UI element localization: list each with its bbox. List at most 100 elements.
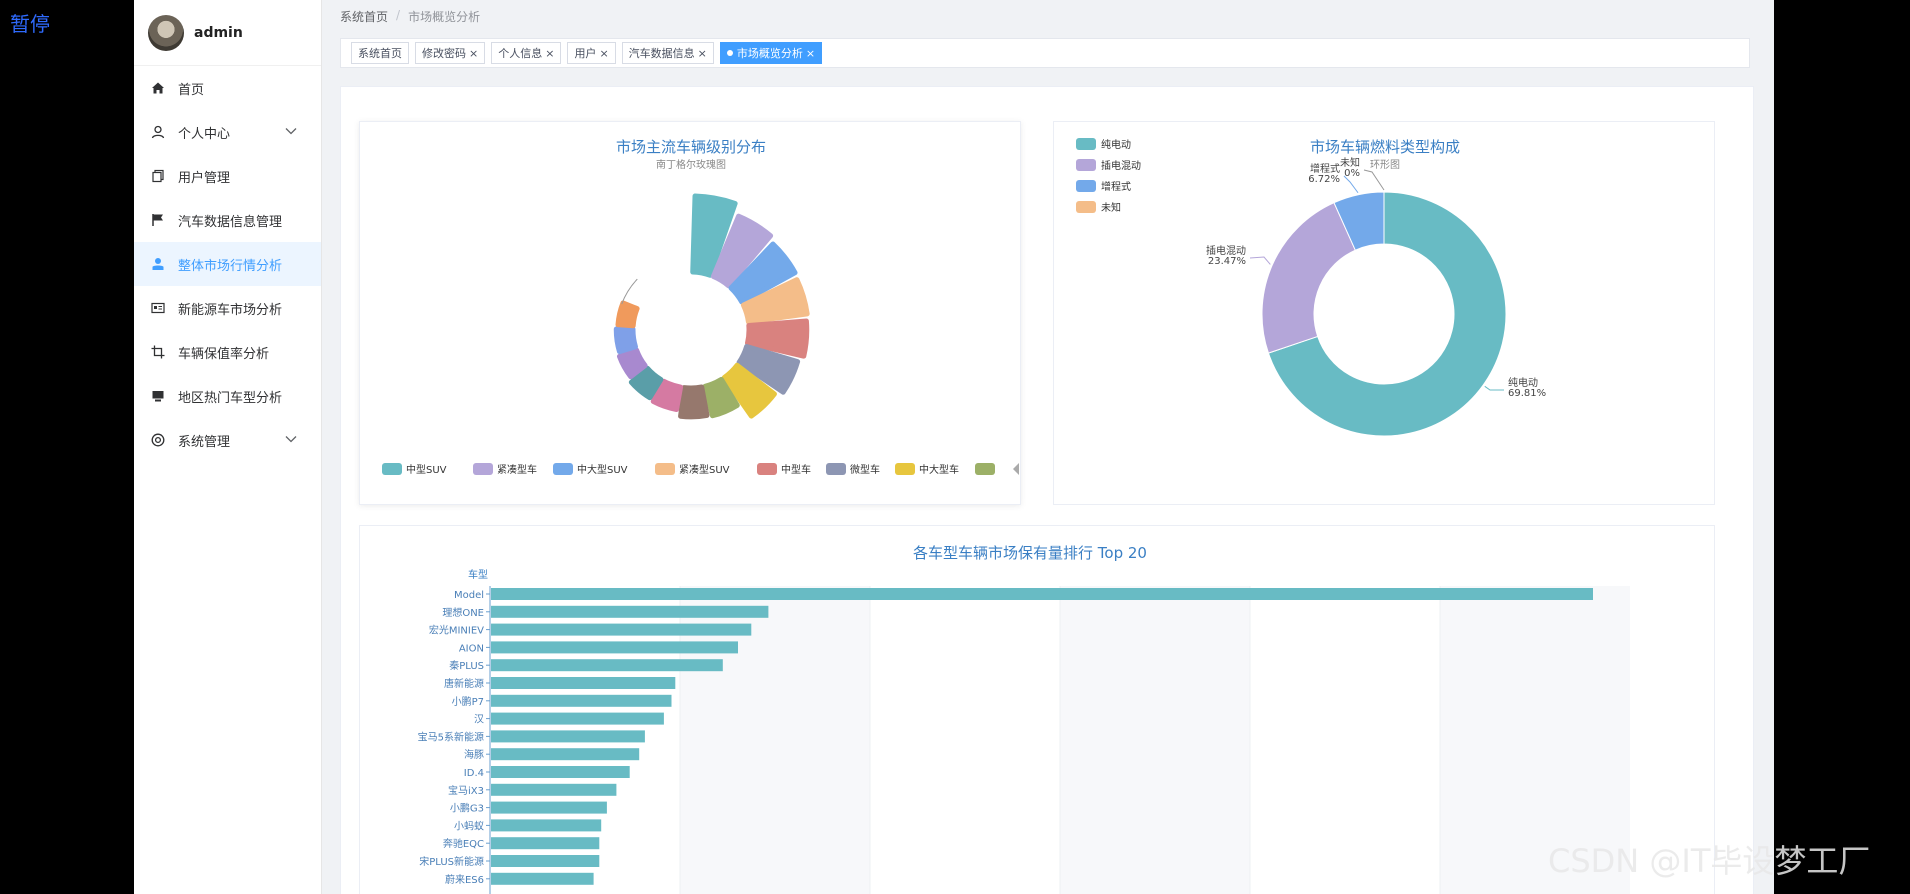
y-axis-label: 车型 <box>468 568 488 581</box>
user-box[interactable]: admin <box>134 0 321 66</box>
tab-5[interactable]: 市场概览分析 × <box>719 42 823 64</box>
flag-icon <box>150 212 166 228</box>
bar[interactable] <box>491 748 640 761</box>
avatar[interactable] <box>148 14 184 51</box>
breadcrumb: 系统首页 / 市场概览分析 <box>340 8 480 25</box>
legend-swatch[interactable] <box>757 463 777 475</box>
legend-label[interactable]: 中型车 <box>781 463 811 476</box>
legend-label[interactable]: 中大型车 <box>919 463 959 476</box>
label-leader-line <box>621 278 638 305</box>
bar[interactable] <box>491 605 769 618</box>
legend-swatch[interactable] <box>975 463 995 475</box>
crop-icon <box>150 344 166 360</box>
bar[interactable] <box>491 801 607 814</box>
tab-label: 系统首页 <box>358 47 402 60</box>
bar[interactable] <box>491 712 664 725</box>
category-label: 理想ONE <box>442 606 484 619</box>
label-leader-line <box>1249 256 1271 265</box>
close-icon[interactable]: × <box>599 47 608 60</box>
close-icon[interactable]: × <box>806 47 815 60</box>
legend-label[interactable]: 插电混动 <box>1101 159 1141 172</box>
tags-view-bar: 系统首页 修改密码 × 个人信息 × 用户 × 汽车数据信息 × 市场概览分析 × <box>340 38 1750 68</box>
legend-swatch[interactable] <box>826 463 846 475</box>
chevron-down-icon <box>285 125 297 140</box>
category-label: 小鹏G3 <box>450 802 484 815</box>
legend-swatch[interactable] <box>1076 180 1096 192</box>
bar[interactable] <box>491 677 676 689</box>
category-label: 汉 <box>474 714 484 726</box>
tab-2[interactable]: 个人信息 × <box>491 42 562 64</box>
legend-swatch[interactable] <box>655 463 675 475</box>
tab-3[interactable]: 用户 × <box>567 42 616 64</box>
close-icon[interactable]: × <box>469 47 478 60</box>
legend-swatch[interactable] <box>1076 159 1096 171</box>
bar[interactable] <box>491 783 617 796</box>
rose-petal[interactable] <box>613 326 638 355</box>
legend-label[interactable]: 中大型SUV <box>577 463 628 476</box>
sidebar-item-3[interactable]: 汽车数据信息管理 <box>134 198 321 242</box>
bar[interactable] <box>491 855 600 867</box>
slice-percent-label: 6.72% <box>1308 174 1340 185</box>
sidebar-item-7[interactable]: 地区热门车型分析 <box>134 374 321 418</box>
sidebar-item-0[interactable]: 首页 <box>134 66 321 110</box>
sidebar-item-4[interactable]: 整体市场行情分析 <box>134 242 321 286</box>
bar[interactable] <box>491 623 752 636</box>
legend-swatch[interactable] <box>553 463 573 475</box>
category-label: 海豚 <box>464 748 484 761</box>
paused-overlay-text: 暂停 <box>10 12 50 36</box>
legend-label[interactable]: 紧凑型SUV <box>679 463 730 476</box>
category-label: 宝马iX3 <box>448 784 484 797</box>
tab-0[interactable]: 系统首页 <box>351 42 409 64</box>
sidebar-item-8[interactable]: 系统管理 <box>134 418 321 462</box>
close-icon[interactable]: × <box>545 47 554 60</box>
tab-label: 汽车数据信息 <box>628 47 695 60</box>
legend-label[interactable]: 纯电动 <box>1101 138 1131 151</box>
tab-1[interactable]: 修改密码 × <box>415 42 486 64</box>
legend-prev-icon[interactable] <box>1013 463 1019 475</box>
label-leader-line <box>1363 169 1385 191</box>
category-label: ID.4 <box>464 768 484 779</box>
breadcrumb-separator: / <box>396 8 401 22</box>
slice-percent-label: 69.81% <box>1508 388 1546 399</box>
legend-swatch[interactable] <box>1076 138 1096 150</box>
sidebar-item-2[interactable]: 用户管理 <box>134 154 321 198</box>
sidebar-item-5[interactable]: 新能源车市场分析 <box>134 286 321 330</box>
bar[interactable] <box>491 641 738 654</box>
id-card-icon <box>150 300 166 316</box>
bar[interactable] <box>491 659 723 672</box>
sidebar-item-label: 车辆保值率分析 <box>178 346 270 362</box>
watermark: CSDN @IT毕设梦工厂 <box>1548 842 1870 880</box>
sidebar-menu: 首页 个人中心 用户管理 汽车数据信息管理整体市场行情分析新能源车市场分析车辆保值率分… <box>134 66 321 462</box>
category-label: 小蚂蚁 <box>454 819 484 832</box>
legend-label[interactable]: 微型车 <box>850 463 880 476</box>
legend-swatch[interactable] <box>473 463 493 475</box>
screen: 暂停 admin 首页 个人中心 用户管理 汽车数据信息管理整体市场行情分析新能源车市… <box>0 0 1910 894</box>
legend-label[interactable]: 增程式 <box>1101 180 1131 193</box>
legend-label[interactable]: 未知 <box>1101 201 1121 214</box>
bar[interactable] <box>491 766 630 778</box>
sidebar-item-label: 整体市场行情分析 <box>178 258 283 274</box>
tab-4[interactable]: 汽车数据信息 × <box>621 42 714 64</box>
category-label: AION <box>459 643 484 654</box>
legend-swatch[interactable] <box>1076 201 1096 213</box>
home-icon <box>150 80 166 96</box>
bar[interactable] <box>491 588 1593 600</box>
rose-petal[interactable] <box>678 384 710 420</box>
legend-swatch[interactable] <box>382 463 402 475</box>
bar[interactable] <box>491 819 602 832</box>
legend-swatch[interactable] <box>895 463 915 475</box>
slice-percent-label: 23.47% <box>1208 256 1246 267</box>
legend-label[interactable]: 中型SUV <box>406 463 447 476</box>
donut-slice[interactable] <box>1261 202 1356 354</box>
legend-label[interactable]: 紧凑型车 <box>497 463 537 476</box>
sidebar-item-1[interactable]: 个人中心 <box>134 110 321 154</box>
breadcrumb-home[interactable]: 系统首页 <box>340 8 388 25</box>
close-icon[interactable]: × <box>698 47 707 60</box>
sidebar-item-6[interactable]: 车辆保值率分析 <box>134 330 321 374</box>
bar[interactable] <box>491 694 672 707</box>
bar[interactable] <box>491 730 645 743</box>
bar[interactable] <box>491 837 600 850</box>
bar[interactable] <box>491 872 594 885</box>
main-area: 系统首页 / 市场概览分析 系统首页 修改密码 × 个人信息 × 用户 × 汽车数据信息 × 市场… <box>322 0 1774 894</box>
rose-petal[interactable] <box>615 300 640 329</box>
